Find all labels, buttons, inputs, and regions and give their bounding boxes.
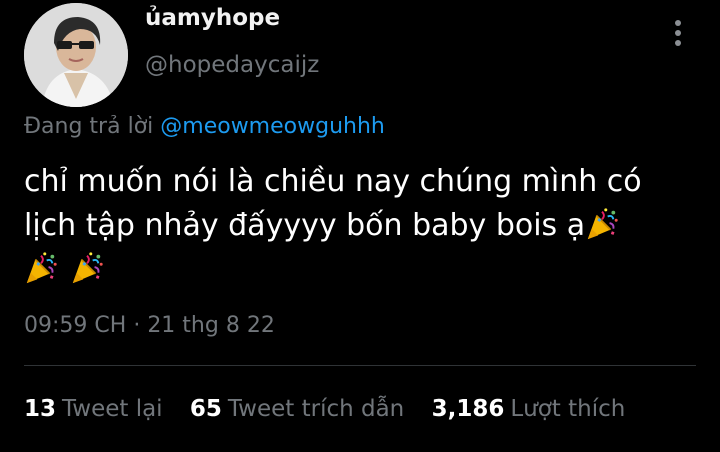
avatar-photo bbox=[24, 3, 128, 107]
retweets-count: 13 bbox=[24, 396, 57, 422]
tweet-line-1: chỉ muốn nói là chiều nay chúng mình có bbox=[24, 164, 642, 199]
retweets-stat[interactable]: 13 Tweet lại bbox=[24, 396, 163, 422]
avatar[interactable] bbox=[24, 3, 128, 107]
reply-mention-link[interactable]: @meowmeowguhhh bbox=[160, 114, 385, 139]
likes-label: Lượt thích bbox=[510, 396, 626, 422]
party-popper-icon bbox=[24, 251, 58, 285]
tweet-line-2: lịch tập nhảy đấyyyy bốn baby bois ạ bbox=[24, 204, 694, 248]
likes-stat[interactable]: 3,186 Lượt thích bbox=[432, 396, 626, 422]
engagement-stats: 13 Tweet lại 65 Tweet trích dẫn 3,186 Lượt … bbox=[24, 396, 645, 422]
display-name[interactable]: ủamyhope bbox=[145, 5, 280, 31]
replying-to: Đang trả lời @meowmeowguhhh bbox=[24, 114, 385, 139]
tweet-metadata: 09:59 CH · 21 thg 8 22 bbox=[24, 313, 275, 338]
meta-separator: · bbox=[133, 313, 141, 338]
quotes-label: Tweet trích dẫn bbox=[227, 396, 405, 422]
divider bbox=[24, 365, 696, 366]
tweet-line-2-text: lịch tập nhảy đấyyyy bốn baby bois ạ bbox=[24, 208, 586, 243]
user-handle[interactable]: @hopedaycaijz bbox=[145, 52, 319, 78]
tweet-line-3 bbox=[24, 248, 694, 292]
tweet-text: chỉ muốn nói là chiều nay chúng mình có … bbox=[24, 160, 694, 292]
party-popper-icon bbox=[585, 207, 619, 241]
likes-count: 3,186 bbox=[431, 396, 505, 422]
tweet-date[interactable]: 21 thg 8 22 bbox=[147, 313, 275, 338]
more-options-icon[interactable] bbox=[666, 16, 690, 50]
quotes-count: 65 bbox=[189, 396, 222, 422]
replying-to-label: Đang trả lời bbox=[24, 114, 154, 139]
tweet-time[interactable]: 09:59 CH bbox=[24, 313, 126, 338]
quotes-stat[interactable]: 65 Tweet trích dẫn bbox=[190, 396, 404, 422]
retweets-label: Tweet lại bbox=[62, 396, 163, 422]
party-popper-icon bbox=[70, 251, 104, 285]
